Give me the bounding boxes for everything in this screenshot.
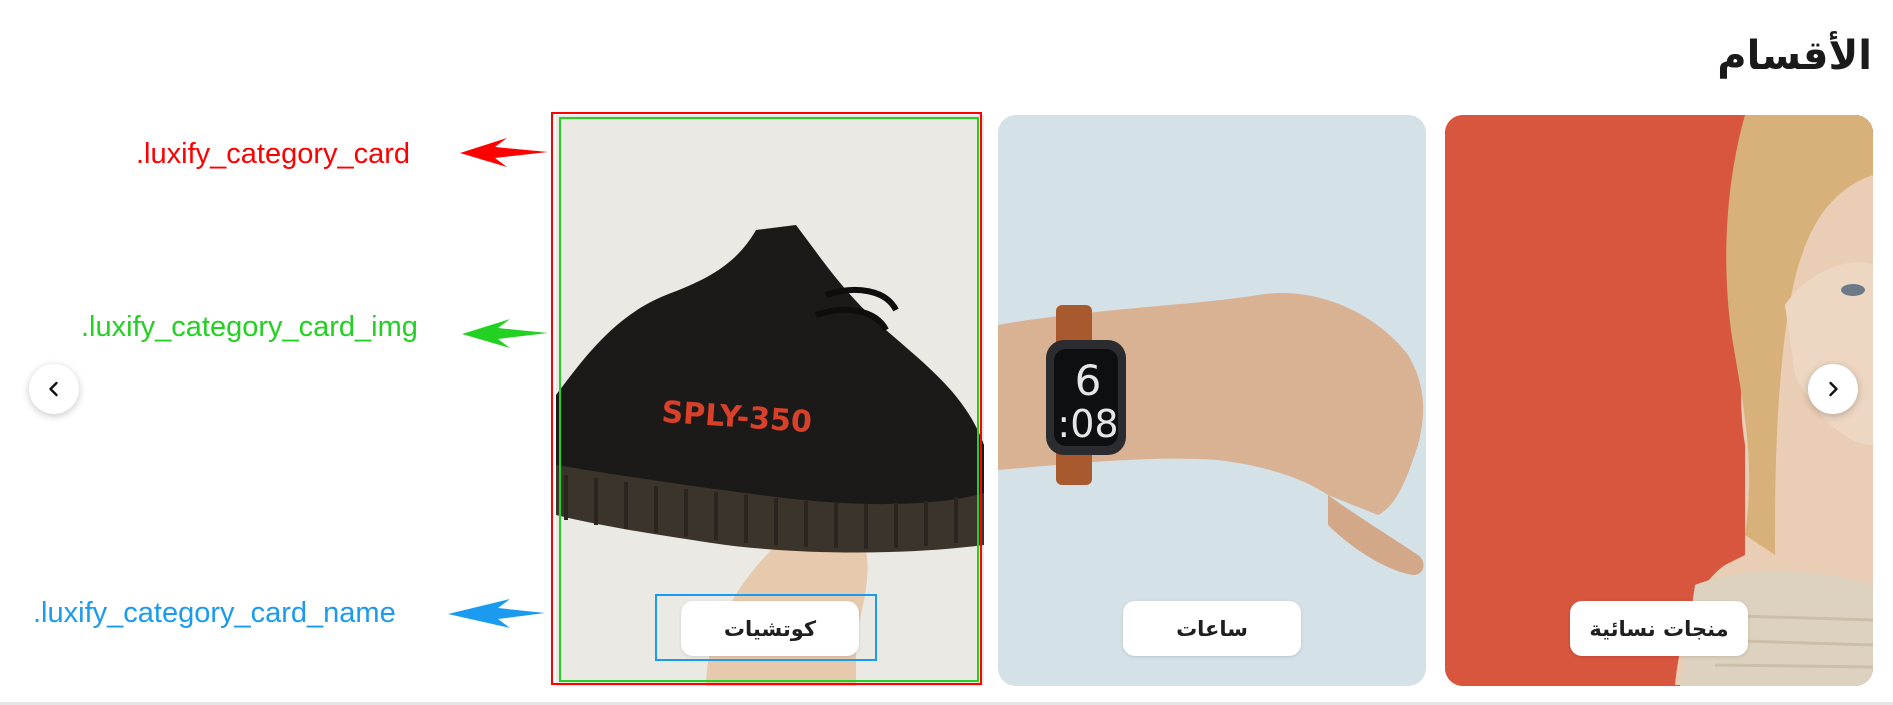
green-arrow-icon — [462, 319, 548, 348]
prev-button[interactable] — [29, 364, 79, 414]
category-card-women[interactable]: منجات نسائية — [1445, 115, 1873, 686]
annotation-label-card-name: .luxify_category_card_name — [33, 597, 396, 629]
category-card-name[interactable]: منجات نسائية — [1570, 601, 1748, 656]
category-card-name[interactable]: ساعات — [1123, 601, 1301, 656]
svg-text:6: 6 — [1075, 356, 1102, 405]
blue-arrow-icon — [448, 599, 545, 628]
category-card-name[interactable]: كوتشيات — [681, 601, 859, 656]
categories-section: الأقسام منجات نسائية 6 :08 ساعات SPLY-35… — [0, 0, 1893, 705]
category-card-shoes[interactable]: SPLY-350 كوتشيات — [556, 115, 984, 686]
chevron-right-icon — [1829, 381, 1838, 397]
svg-text::08: :08 — [1057, 402, 1118, 446]
red-arrow-icon — [460, 138, 548, 167]
section-title: الأقسام — [1717, 33, 1872, 79]
annotation-label-card-img: .luxify_category_card_img — [81, 311, 418, 343]
chevron-left-icon — [49, 381, 58, 397]
category-card-watch[interactable]: 6 :08 ساعات — [998, 115, 1426, 686]
next-button[interactable] — [1808, 364, 1858, 414]
annotation-label-card: .luxify_category_card — [136, 138, 411, 170]
